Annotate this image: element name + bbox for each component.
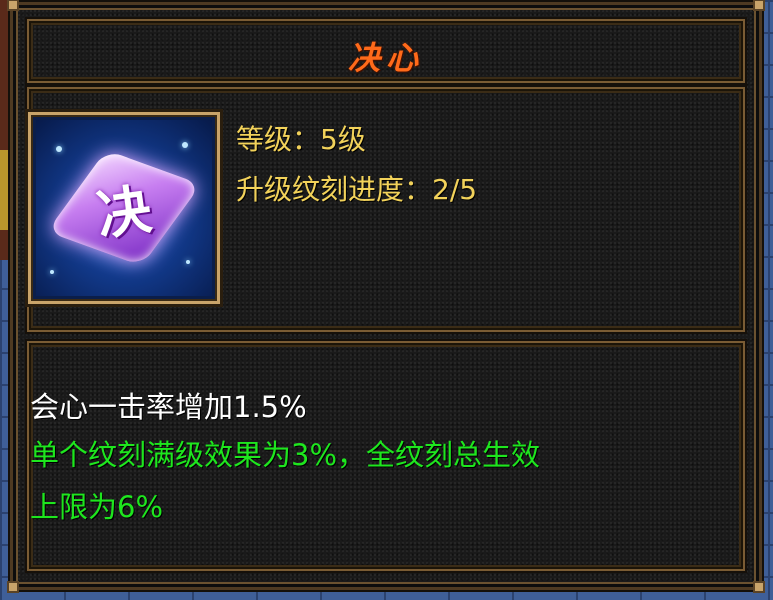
corner-ornament <box>7 581 19 593</box>
sparkle <box>50 270 54 274</box>
skill-title: 决心 <box>347 39 424 77</box>
gem-character: 决 <box>92 176 156 248</box>
note-text-line1: 单个纹刻满级效果为3%，全纹刻总生效 <box>30 438 541 472</box>
corner-ornament <box>753 581 765 593</box>
corner-ornament <box>753 0 765 11</box>
corner-ornament <box>7 0 19 11</box>
sparkle <box>182 142 188 148</box>
sparkle <box>186 260 190 264</box>
skill-icon-frame: 决 <box>28 112 220 304</box>
effect-text: 会心一击率增加1.5% <box>30 390 307 424</box>
skill-level: 等级：5级 <box>236 123 366 156</box>
title-panel: 决心 <box>27 19 745 83</box>
sparkle <box>56 146 62 152</box>
note-text-line2: 上限为6% <box>30 490 164 524</box>
jue-rune-gem-icon: 决 <box>36 120 212 296</box>
engrave-progress: 升级纹刻进度：2/5 <box>236 173 478 206</box>
